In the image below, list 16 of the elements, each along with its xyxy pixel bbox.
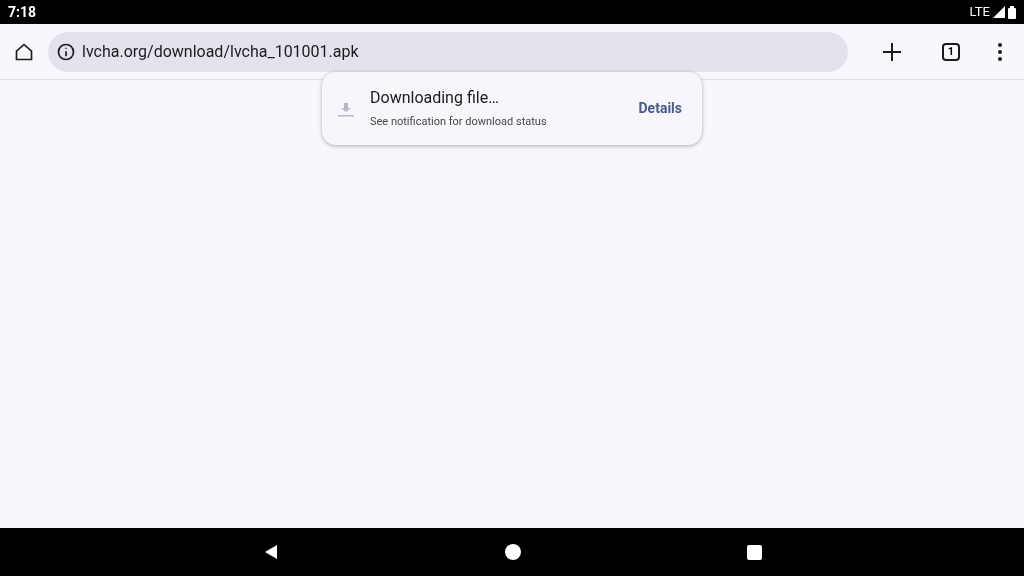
battery-icon bbox=[1008, 5, 1016, 19]
tab-switcher-button[interactable]: 1 bbox=[942, 42, 960, 61]
signal-icon bbox=[993, 6, 1005, 18]
details-button[interactable]: Details bbox=[634, 98, 686, 119]
more-icon bbox=[998, 42, 1002, 61]
address-bar[interactable]: lvcha.org/download/lvcha_101001.apk bbox=[48, 31, 848, 72]
status-time: 7:18 bbox=[8, 2, 37, 22]
recents-button[interactable] bbox=[746, 544, 762, 560]
download-subtitle: See notification for download status bbox=[370, 114, 548, 131]
home-nav-button[interactable] bbox=[503, 543, 522, 561]
info-icon[interactable] bbox=[56, 41, 76, 62]
menu-button[interactable] bbox=[998, 42, 1002, 61]
network-label: LTE bbox=[969, 3, 990, 22]
download-icon bbox=[338, 100, 354, 117]
download-title: Downloading file… bbox=[370, 87, 500, 110]
url-text: lvcha.org/download/lvcha_101001.apk bbox=[82, 40, 359, 63]
